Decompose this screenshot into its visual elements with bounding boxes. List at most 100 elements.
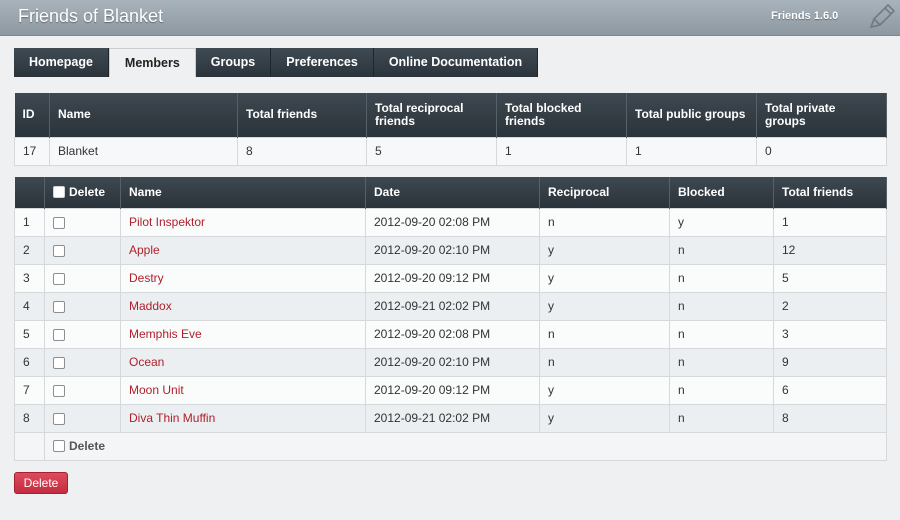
member-reciprocal: y: [539, 403, 670, 433]
header-total-private-groups: Total private groups: [756, 93, 887, 137]
row-delete-checkbox[interactable]: [53, 244, 65, 257]
main-content: Homepage Members Groups Preferences Onli…: [0, 36, 900, 520]
header-reciprocal: Reciprocal: [539, 177, 670, 208]
member-blocked: n: [669, 235, 774, 265]
member-reciprocal: n: [539, 347, 670, 377]
member-name-link[interactable]: Destry: [129, 271, 164, 285]
member-date: 2012-09-20 09:12 PM: [365, 263, 540, 293]
footer-empty-cell: [14, 431, 45, 461]
row-delete-checkbox[interactable]: [53, 328, 65, 341]
members-table: Delete Name Date Reciprocal Blocked Tota…: [14, 177, 887, 461]
app-title: Friends of Blanket: [18, 6, 164, 26]
member-name-link[interactable]: Ocean: [129, 355, 164, 369]
tab-groups[interactable]: Groups: [195, 48, 272, 77]
header-row-number: [14, 177, 45, 208]
table-row: 7 Moon Unit 2012-09-20 09:12 PM y n 6: [14, 375, 887, 405]
delete-button[interactable]: Delete: [14, 472, 68, 494]
footer-select-all-checkbox[interactable]: [53, 440, 65, 452]
row-delete-checkbox[interactable]: [53, 300, 65, 313]
member-blocked: n: [669, 319, 774, 349]
select-all-checkbox[interactable]: [53, 186, 65, 199]
member-name-link[interactable]: Maddox: [129, 299, 172, 313]
row-delete-checkbox[interactable]: [53, 384, 65, 397]
title-bar: Friends of Blanket Friends 1.6.0: [0, 0, 900, 36]
row-delete-cell: [44, 347, 121, 377]
member-reciprocal: y: [539, 291, 670, 321]
member-name-cell: Memphis Eve: [120, 319, 366, 349]
summary-row: 17 Blanket 8 5 1 1 0: [14, 136, 887, 166]
member-date: 2012-09-20 02:10 PM: [365, 235, 540, 265]
member-total-friends: 5: [773, 263, 887, 293]
member-date: 2012-09-21 02:02 PM: [365, 403, 540, 433]
member-name-link[interactable]: Pilot Inspektor: [129, 215, 205, 229]
header-total-public-groups: Total public groups: [626, 93, 757, 137]
header-member-name: Name: [120, 177, 366, 208]
member-name-link[interactable]: Memphis Eve: [129, 327, 202, 341]
row-delete-checkbox[interactable]: [53, 412, 65, 425]
member-total-friends: 12: [773, 235, 887, 265]
member-blocked: n: [669, 403, 774, 433]
member-blocked: n: [669, 375, 774, 405]
member-total-friends: 8: [773, 403, 887, 433]
row-delete-checkbox[interactable]: [53, 216, 65, 229]
member-reciprocal: y: [539, 263, 670, 293]
summary-name: Blanket: [49, 136, 238, 166]
member-name-link[interactable]: Diva Thin Muffin: [129, 411, 215, 425]
member-name-link[interactable]: Apple: [129, 243, 160, 257]
header-total-reciprocal: Total reciprocal friends: [366, 93, 497, 137]
member-total-friends: 3: [773, 319, 887, 349]
member-name-cell: Pilot Inspektor: [120, 207, 366, 237]
member-total-friends: 1: [773, 207, 887, 237]
version-label: Friends 1.6.0: [771, 10, 839, 22]
member-reciprocal: n: [539, 207, 670, 237]
tab-homepage[interactable]: Homepage: [14, 48, 109, 77]
row-delete-cell: [44, 235, 121, 265]
tab-bar: Homepage Members Groups Preferences Onli…: [14, 48, 539, 77]
table-row: 2 Apple 2012-09-20 02:10 PM y n 12: [14, 235, 887, 265]
summary-total-private-groups: 0: [756, 136, 887, 166]
header-date: Date: [365, 177, 540, 208]
tab-preferences[interactable]: Preferences: [271, 48, 374, 77]
table-row: 6 Ocean 2012-09-20 02:10 PM n n 9: [14, 347, 887, 377]
row-delete-cell: [44, 375, 121, 405]
table-row: 3 Destry 2012-09-20 09:12 PM y n 5: [14, 263, 887, 293]
summary-total-friends: 8: [237, 136, 367, 166]
row-delete-checkbox[interactable]: [53, 356, 65, 369]
member-date: 2012-09-21 02:02 PM: [365, 291, 540, 321]
tab-online-documentation[interactable]: Online Documentation: [373, 48, 539, 77]
pencil-icon: [869, 3, 896, 29]
header-name: Name: [49, 93, 238, 137]
row-delete-checkbox[interactable]: [53, 272, 65, 285]
member-date: 2012-09-20 02:08 PM: [365, 207, 540, 237]
members-footer-row: Delete: [14, 431, 887, 461]
row-number: 6: [14, 347, 45, 377]
member-total-friends: 9: [773, 347, 887, 377]
row-delete-cell: [44, 291, 121, 321]
summary-id: 17: [14, 136, 50, 166]
table-row: 4 Maddox 2012-09-21 02:02 PM y n 2: [14, 291, 887, 321]
members-body: 1 Pilot Inspektor 2012-09-20 02:08 PM n y 1 2 A…: [14, 207, 887, 433]
table-row: 1 Pilot Inspektor 2012-09-20 02:08 PM n y 1: [14, 207, 887, 237]
header-delete: Delete: [44, 177, 121, 208]
row-delete-cell: [44, 263, 121, 293]
summary-table: ID Name Total friends Total reciprocal f…: [14, 93, 887, 166]
header-blocked: Blocked: [669, 177, 774, 208]
row-number: 4: [14, 291, 45, 321]
header-id: ID: [14, 93, 50, 137]
footer-delete-label: Delete: [69, 439, 106, 453]
row-number: 8: [14, 403, 45, 433]
row-number: 7: [14, 375, 45, 405]
header-total-blocked: Total blocked friends: [496, 93, 627, 137]
member-name-link[interactable]: Moon Unit: [129, 383, 184, 397]
member-total-friends: 2: [773, 291, 887, 321]
member-date: 2012-09-20 09:12 PM: [365, 375, 540, 405]
row-delete-cell: [44, 207, 121, 237]
member-blocked: y: [669, 207, 774, 237]
member-blocked: n: [669, 263, 774, 293]
members-header-row: Delete Name Date Reciprocal Blocked Tota…: [14, 177, 887, 208]
member-blocked: n: [669, 347, 774, 377]
tab-members[interactable]: Members: [108, 48, 196, 77]
header-member-total-friends: Total friends: [773, 177, 887, 208]
member-total-friends: 6: [773, 375, 887, 405]
row-delete-cell: [44, 403, 121, 433]
